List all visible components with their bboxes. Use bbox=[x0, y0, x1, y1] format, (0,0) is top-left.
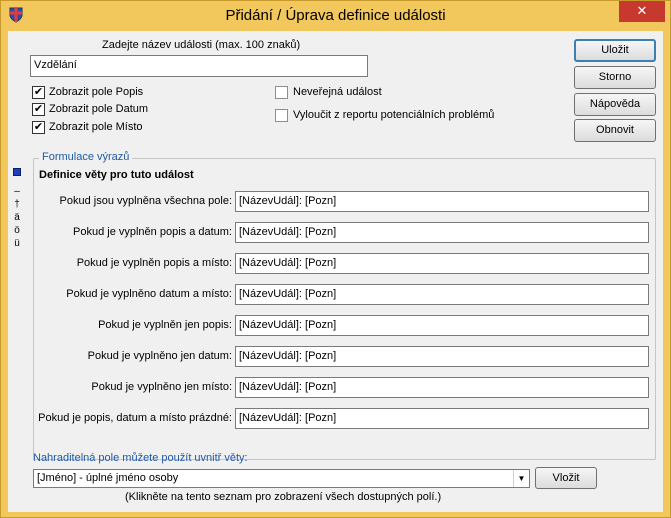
chevron-down-icon[interactable]: ▼ bbox=[513, 470, 529, 487]
cancel-button[interactable]: Storno bbox=[574, 66, 656, 89]
expression-row-input[interactable]: [NázevUdál]: [Pozn] bbox=[235, 191, 649, 212]
expression-row-label: Pokud je popis, datum a místo prázdné: bbox=[38, 412, 232, 424]
placeholders-label: Nahraditelná pole můžete použít uvnitř v… bbox=[33, 452, 248, 464]
show-place-checkbox[interactable]: ✔ bbox=[32, 121, 45, 134]
event-name-label: Zadejte název události (max. 100 znaků) bbox=[102, 39, 301, 51]
expression-row-label: Pokud je vyplněn popis a datum: bbox=[73, 226, 232, 238]
expression-row-label: Pokud je vyplněno datum a místo: bbox=[66, 288, 232, 300]
char-a-umlaut[interactable]: ä bbox=[13, 212, 21, 224]
expression-row-input[interactable]: [NázevUdál]: [Pozn] bbox=[235, 377, 649, 398]
expression-row-input[interactable]: [NázevUdál]: [Pozn] bbox=[235, 408, 649, 429]
show-desc-label[interactable]: Zobrazit pole Popis bbox=[49, 86, 143, 98]
window-title: Přidání / Úprava definice události bbox=[225, 7, 446, 24]
close-button[interactable]: ✕ bbox=[619, 1, 665, 22]
event-name-input[interactable]: Vzdělání bbox=[30, 55, 368, 77]
save-button[interactable]: Uložit bbox=[574, 39, 656, 62]
insert-button[interactable]: Vložit bbox=[535, 467, 597, 489]
exclude-report-checkbox[interactable] bbox=[275, 109, 288, 122]
expression-row-input[interactable]: [NázevUdál]: [Pozn] bbox=[235, 346, 649, 367]
expression-row-label: Pokud jsou vyplněna všechna pole: bbox=[59, 195, 232, 207]
placeholder-select-value: [Jméno] - úplné jméno osoby bbox=[37, 472, 179, 484]
check-icon: ✔ bbox=[33, 121, 44, 133]
refresh-button[interactable]: Obnovit bbox=[574, 119, 656, 142]
dialog-body: Zadejte název události (max. 100 znaků) … bbox=[8, 31, 663, 512]
char-u-umlaut[interactable]: ü bbox=[13, 238, 21, 250]
show-desc-checkbox[interactable]: ✔ bbox=[32, 86, 45, 99]
show-date-label[interactable]: Zobrazit pole Datum bbox=[49, 103, 148, 115]
expression-row-label: Pokud je vyplněn jen popis: bbox=[98, 319, 232, 331]
expression-row-input[interactable]: [NázevUdál]: [Pozn] bbox=[235, 253, 649, 274]
expression-row-input[interactable]: [NázevUdál]: [Pozn] bbox=[235, 222, 649, 243]
title-bar[interactable]: Přidání / Úprava definice události ✕ bbox=[1, 1, 670, 31]
expression-row-label: Pokud je vyplněn popis a místo: bbox=[76, 257, 232, 269]
placeholder-select[interactable]: [Jméno] - úplné jméno osoby ▼ bbox=[33, 469, 530, 488]
private-event-checkbox[interactable] bbox=[275, 86, 288, 99]
expressions-group-title: Formulace výrazů bbox=[39, 151, 133, 163]
show-place-label[interactable]: Zobrazit pole Místo bbox=[49, 121, 143, 133]
help-button[interactable]: Nápověda bbox=[574, 93, 656, 116]
placeholders-hint: (Klikněte na tento seznam pro zobrazení … bbox=[125, 491, 442, 503]
color-square-icon[interactable] bbox=[13, 168, 21, 176]
dialog-window: Přidání / Úprava definice události ✕ Zad… bbox=[0, 0, 671, 518]
close-icon: ✕ bbox=[636, 3, 648, 18]
show-date-checkbox[interactable]: ✔ bbox=[32, 103, 45, 116]
exclude-report-label[interactable]: Vyloučit z reportu potenciálních problém… bbox=[293, 109, 494, 121]
expression-row-label: Pokud je vyplněno jen datum: bbox=[87, 350, 232, 362]
expressions-heading: Definice věty pro tuto událost bbox=[39, 169, 194, 181]
private-event-label[interactable]: Neveřejná událost bbox=[293, 86, 382, 98]
expression-row-label: Pokud je vyplněno jen místo: bbox=[91, 381, 232, 393]
check-icon: ✔ bbox=[33, 103, 44, 115]
check-icon: ✔ bbox=[33, 86, 44, 98]
expression-row-input[interactable]: [NázevUdál]: [Pozn] bbox=[235, 284, 649, 305]
expression-row-input[interactable]: [NázevUdál]: [Pozn] bbox=[235, 315, 649, 336]
